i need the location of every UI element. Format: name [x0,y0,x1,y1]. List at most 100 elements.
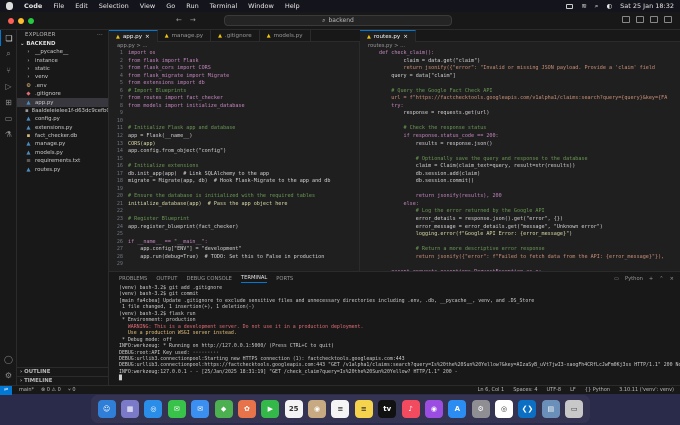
encoding[interactable]: UTF-8 [547,387,562,393]
toggle-panel-icon[interactable] [636,16,644,23]
preview-icon[interactable]: ▤ [541,400,560,418]
back-arrow-icon[interactable]: ← [176,16,182,24]
minimize-window-icon[interactable] [18,18,24,24]
forward-arrow-icon[interactable]: → [190,16,196,24]
editor-tab[interactable]: ▲ app.py × [109,30,158,42]
breadcrumb[interactable]: routes.py > ... [360,42,680,50]
remote-explorer-icon[interactable]: ▭ [0,110,17,126]
tree-item[interactable]: › venv [17,73,108,81]
timeline-section[interactable]: › TIMELINE [17,376,109,385]
panel-tab[interactable]: DEBUG CONSOLE [186,276,231,282]
tree-item[interactable]: ◆ .gitignore [17,90,108,98]
tree-item[interactable]: ▲ app.py [17,98,108,107]
editor-tab[interactable]: ▲ models.py [260,30,311,42]
panel-tab[interactable]: OUTPUT [156,276,177,282]
close-window-icon[interactable] [8,18,14,24]
remote-icon[interactable]: ⇌ [0,385,12,395]
python-interpreter[interactable]: 3.10.11 ('venv': venv) [619,387,674,393]
menu-view[interactable]: View [140,2,155,10]
maps-icon[interactable]: ◆ [214,400,233,418]
tree-item[interactable]: ≡ requirements.txt [17,157,108,165]
close-icon[interactable]: × [403,34,408,40]
panel-tab[interactable]: PORTS [276,276,293,282]
reminders-icon[interactable]: ≡ [331,400,350,418]
language-mode[interactable]: {} Python [585,387,610,393]
tree-item[interactable]: ▪8aaldeleielee1f-d63dc9cefb020... [17,107,108,115]
manage-gear-icon[interactable]: ⚙ [0,367,17,383]
control-center-icon[interactable]: ◐ [606,2,612,10]
testing-icon[interactable]: ⚗ [0,126,17,142]
editor-pane-left[interactable]: app.py > ... 1 import os 2 from flask impor… [109,42,360,271]
chrome-icon[interactable]: ◎ [495,400,514,418]
command-center[interactable]: ⌕ backend [224,15,452,26]
editor-tab[interactable]: ▲ routes.py × [360,30,416,42]
menu-edit[interactable]: Edit [75,2,88,10]
podcasts-icon[interactable]: ◉ [424,400,443,418]
zoom-window-icon[interactable] [28,18,34,24]
apple-icon[interactable] [6,2,13,10]
indentation[interactable]: Spaces: 4 [513,387,537,393]
terminal-output[interactable]: (venv) bash-3.2$ git add .gitignore (venv… [109,285,680,382]
panel-tab[interactable]: PROBLEMS [119,276,147,282]
app-menu[interactable]: Code [24,2,42,10]
editor-tab[interactable]: ▲ manage.py [158,30,212,42]
photos-icon[interactable]: ✿ [237,400,256,418]
code-editor-app-py[interactable]: 1 import os 2 from flask import Flask 3 from … [109,50,359,269]
extensions-icon[interactable]: ⊞ [0,94,17,110]
ports-count[interactable]: ⑂ 0 [68,387,76,393]
toggle-sidebar-icon[interactable] [622,16,630,23]
explorer-icon[interactable]: ❏ [0,30,17,46]
trash-icon[interactable]: ▭ [565,400,584,418]
music-icon[interactable]: ♪ [401,400,420,418]
tree-item[interactable]: › static [17,65,108,73]
menu-window[interactable]: Window [248,2,274,10]
tree-item[interactable]: ▲ models.py [17,149,108,157]
run-debug-icon[interactable]: ▷ [0,78,17,94]
search-view-icon[interactable]: ⌕ [0,46,17,62]
tree-item[interactable]: › instance [17,56,108,64]
menu-file[interactable]: File [53,2,64,10]
tree-item[interactable]: › __pycache__ [17,48,108,56]
cursor-position[interactable]: Ln 6, Col 1 [478,387,505,393]
editor-pane-right[interactable]: ▲ routes.py × routes.py > ... def check_cl… [360,30,680,271]
editor-tab[interactable]: ▲ .gitignore [211,30,260,42]
settings-icon[interactable]: ⚙ [471,400,490,418]
vscode-icon[interactable]: ❮❯ [518,400,537,418]
menu-run[interactable]: Run [186,2,198,10]
code-editor-routes-py[interactable]: def check_claim(): claim = data.get("cla… [360,50,680,271]
menu-terminal[interactable]: Terminal [210,2,237,10]
customize-layout-icon[interactable] [664,16,672,23]
account-icon[interactable]: ◯ [0,351,17,367]
messages-icon[interactable]: ✉ [167,400,186,418]
tree-item[interactable]: ▲ extensions.py [17,124,108,132]
add-terminal-icon[interactable]: + [649,276,653,282]
menu-go[interactable]: Go [166,2,175,10]
calendar-icon[interactable]: 25 [284,400,303,418]
line-endings[interactable]: LF [570,387,576,393]
tv-icon[interactable]: tv [378,400,397,418]
clock[interactable]: Sat 25 Jan 18:32 [620,2,674,10]
close-icon[interactable]: × [145,34,150,40]
toggle-secondary-sidebar-icon[interactable] [650,16,658,23]
launchpad-icon[interactable]: ▦ [121,400,140,418]
source-control-icon[interactable]: ⑂ [0,62,17,78]
tree-item[interactable]: ▲ config.py [17,115,108,123]
mail-icon[interactable]: ✉ [191,400,210,418]
folder-root[interactable]: ⌄ BACKEND [17,40,108,48]
maximize-panel-icon[interactable]: ⌃ [659,276,663,282]
tree-item[interactable]: ▲ manage.py [17,140,108,148]
safari-icon[interactable]: ◎ [144,400,163,418]
tree-item[interactable]: ▲ routes.py [17,165,108,173]
wifi-icon[interactable]: ≋ [581,2,586,10]
contacts-icon[interactable]: ◉ [308,400,327,418]
problems-count[interactable]: ⊗ 0 ⚠ 0 [41,387,61,393]
facetime-icon[interactable]: ▶ [261,400,280,418]
finder-icon[interactable]: ☺ [97,400,116,418]
menu-help[interactable]: Help [285,2,300,10]
close-icon[interactable]: × [670,276,674,282]
git-branch[interactable]: main* [19,387,34,393]
battery-icon[interactable] [566,3,574,9]
outline-section[interactable]: › OUTLINE [17,367,109,376]
notes-icon[interactable]: ≡ [354,400,373,418]
more-actions-icon[interactable]: ··· [97,32,103,38]
